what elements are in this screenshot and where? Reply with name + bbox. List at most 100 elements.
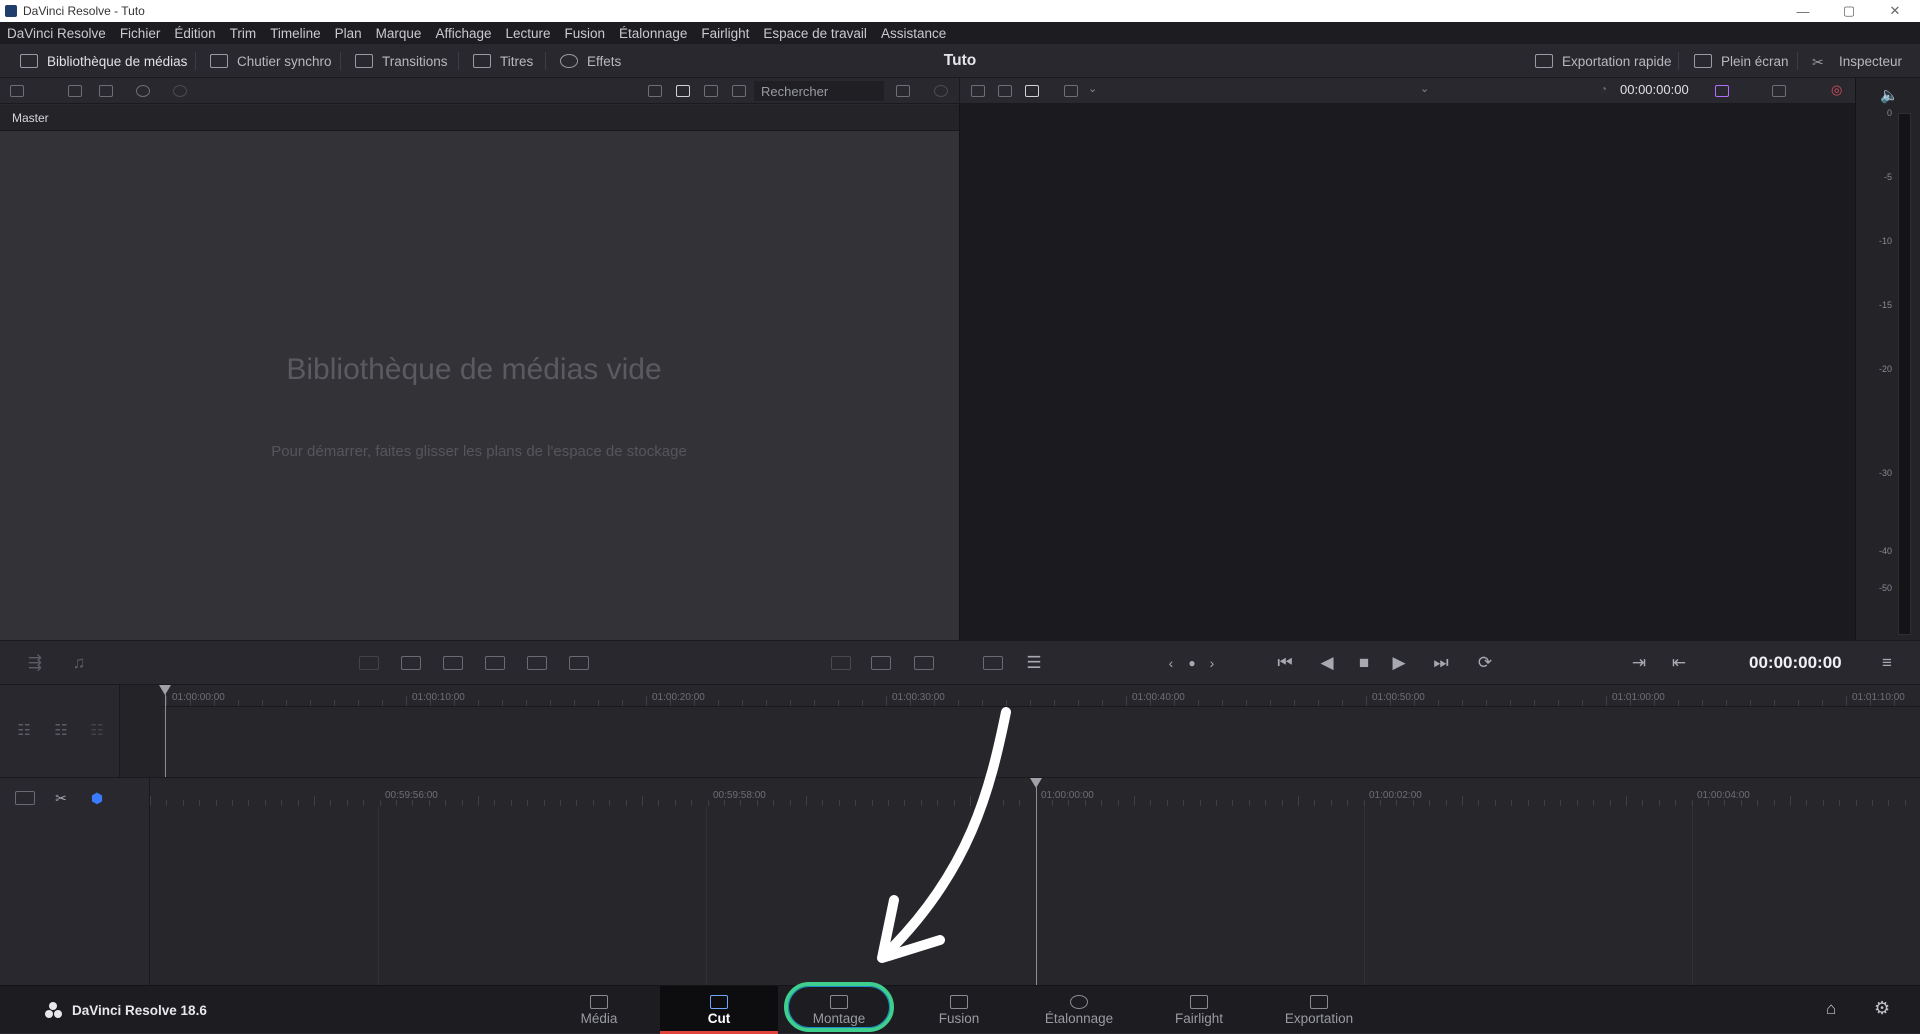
sort-icon[interactable] <box>896 85 910 97</box>
home-icon[interactable]: ⌂ <box>1826 999 1836 1019</box>
page-tab-fusion[interactable]: Fusion <box>900 986 1018 1034</box>
place-on-top-icon[interactable] <box>527 656 547 670</box>
search-input[interactable] <box>754 81 884 101</box>
ruler-tick <box>1174 700 1175 706</box>
media-pool-area[interactable]: Bibliothèque de médias vide Pour démarre… <box>0 131 959 640</box>
options-menu-icon[interactable]: ≡ <box>1876 652 1898 674</box>
loop-icon[interactable]: ⟳ <box>1474 652 1496 674</box>
menu-espace-de-travail[interactable]: Espace de travail <box>763 26 867 41</box>
menu-affichage[interactable]: Affichage <box>435 26 491 41</box>
play-reverse-icon[interactable]: ◀ <box>1316 652 1338 674</box>
refresh-icon[interactable] <box>934 85 948 97</box>
source-tape-icon[interactable] <box>998 85 1012 97</box>
titles-button[interactable]: Titres <box>473 44 533 78</box>
music-track-icon[interactable]: ♫ <box>68 652 90 674</box>
source-clip-icon[interactable] <box>971 85 985 97</box>
menu-marque[interactable]: Marque <box>376 26 422 41</box>
ruler-tick <box>166 800 168 806</box>
ripple-overwrite-icon[interactable] <box>443 656 463 670</box>
go-to-start-icon[interactable]: ⏮ <box>1274 652 1296 674</box>
next-frame-icon[interactable]: › <box>1201 652 1223 674</box>
timeline-view-options-icon[interactable]: ☷ <box>86 719 108 741</box>
zoom-icon[interactable] <box>1772 85 1786 97</box>
detail-playhead[interactable] <box>1036 786 1037 986</box>
waveform-icon[interactable] <box>914 656 934 670</box>
overview-playhead[interactable] <box>165 693 166 777</box>
fullscreen-button[interactable]: Plein écran <box>1694 44 1789 78</box>
menu-assistance[interactable]: Assistance <box>881 26 946 41</box>
close-button[interactable]: ✕ <box>1872 0 1918 22</box>
cinema-mode-icon[interactable] <box>983 656 1003 670</box>
source-overwrite-icon[interactable] <box>569 656 589 670</box>
menu-trim[interactable]: Trim <box>230 26 257 41</box>
play-icon[interactable]: ▶ <box>1388 652 1410 674</box>
relink-icon[interactable] <box>136 85 150 97</box>
ruler-tick <box>310 700 311 706</box>
mark-in-icon[interactable]: ⇥ <box>1628 652 1650 674</box>
grid-view-icon[interactable] <box>676 85 690 97</box>
close-up-icon[interactable] <box>485 656 505 670</box>
filmstrip-view-icon[interactable] <box>704 85 718 97</box>
menu-fichier[interactable]: Fichier <box>120 26 161 41</box>
append-icon[interactable] <box>401 656 421 670</box>
menu-fairlight[interactable]: Fairlight <box>701 26 749 41</box>
ruler-tick <box>1054 700 1055 706</box>
menu-fusion[interactable]: Fusion <box>565 26 606 41</box>
gear-icon[interactable]: ⚙ <box>1874 998 1890 1019</box>
minimize-button[interactable]: — <box>1780 0 1826 22</box>
ruler-tick <box>445 800 447 806</box>
sliders-icon[interactable]: ☰ <box>1023 652 1045 674</box>
list-view-icon[interactable] <box>732 85 746 97</box>
safe-area-icon[interactable] <box>1064 85 1078 97</box>
flag-marker-icon[interactable]: ⬢ <box>86 787 108 809</box>
go-to-end-icon[interactable]: ⏭ <box>1430 652 1452 674</box>
color-wheel-icon[interactable]: ◎ <box>1831 82 1842 98</box>
snapping-icon[interactable] <box>15 791 35 805</box>
unlink-icon[interactable] <box>173 85 187 97</box>
menu-etalonnage[interactable]: Étalonnage <box>619 26 687 41</box>
viewer-canvas[interactable] <box>959 104 1855 640</box>
blade-icon[interactable]: ✂ <box>50 787 72 809</box>
transitions-button[interactable]: Transitions <box>355 44 448 78</box>
mark-out-icon[interactable]: ⇤ <box>1668 652 1690 674</box>
new-bin-icon[interactable] <box>68 85 82 97</box>
audio-track-icon[interactable]: ⇶ <box>24 652 46 674</box>
prev-frame-icon[interactable]: ‹ <box>1160 652 1182 674</box>
page-tab-exportation[interactable]: Exportation <box>1260 986 1378 1034</box>
clip-icon[interactable] <box>871 656 891 670</box>
new-smart-bin-icon[interactable] <box>99 85 113 97</box>
ruler-tick <box>1822 800 1824 806</box>
quick-export-button[interactable]: Exportation rapide <box>1535 44 1672 78</box>
page-tab-cut[interactable]: Cut <box>660 986 778 1034</box>
track-height-icon[interactable]: ☷ <box>50 719 72 741</box>
menu-lecture[interactable]: Lecture <box>505 26 550 41</box>
speaker-icon[interactable]: 🔈 <box>1880 86 1899 104</box>
menu-timeline[interactable]: Timeline <box>270 26 321 41</box>
timeline-overview-ruler[interactable]: 01:00:00:00 01:00:10:00 01:00:20:00 01:0… <box>162 685 1920 707</box>
sync-bin-button[interactable]: Chutier synchro <box>210 44 332 78</box>
page-tab-etalonnage[interactable]: Étalonnage <box>1020 986 1138 1034</box>
chevron-down-icon[interactable]: ⌄ <box>1420 82 1429 95</box>
bin-name[interactable]: Master <box>12 111 49 125</box>
chevron-down-icon[interactable]: ⌄ <box>1088 82 1097 95</box>
inspector-button[interactable]: ✂ Inspecteur <box>1812 44 1902 78</box>
maximize-button[interactable]: ▢ <box>1826 0 1872 22</box>
track-options-icon[interactable]: ☷ <box>13 719 35 741</box>
ruler-tick <box>461 800 463 806</box>
stop-icon[interactable]: ■ <box>1353 652 1375 674</box>
output-icon[interactable] <box>1715 85 1729 97</box>
menu-plan[interactable]: Plan <box>335 26 362 41</box>
split-icon[interactable] <box>831 656 851 670</box>
smart-insert-icon[interactable] <box>359 656 379 670</box>
page-tab-fairlight[interactable]: Fairlight <box>1140 986 1258 1034</box>
menu-edition[interactable]: Édition <box>174 26 215 41</box>
timeline-overview-track[interactable] <box>162 707 1920 777</box>
effects-button[interactable]: Effets <box>560 44 621 78</box>
jog-dot-icon[interactable]: ● <box>1181 652 1203 674</box>
metadata-view-icon[interactable] <box>648 85 662 97</box>
page-tab-media[interactable]: Média <box>540 986 658 1034</box>
media-library-button[interactable]: Bibliothèque de médias <box>20 44 187 78</box>
timeline-view-icon[interactable] <box>1025 85 1039 97</box>
menu-davinci[interactable]: DaVinci Resolve <box>7 26 106 41</box>
panel-toggle-icon[interactable] <box>10 85 24 97</box>
